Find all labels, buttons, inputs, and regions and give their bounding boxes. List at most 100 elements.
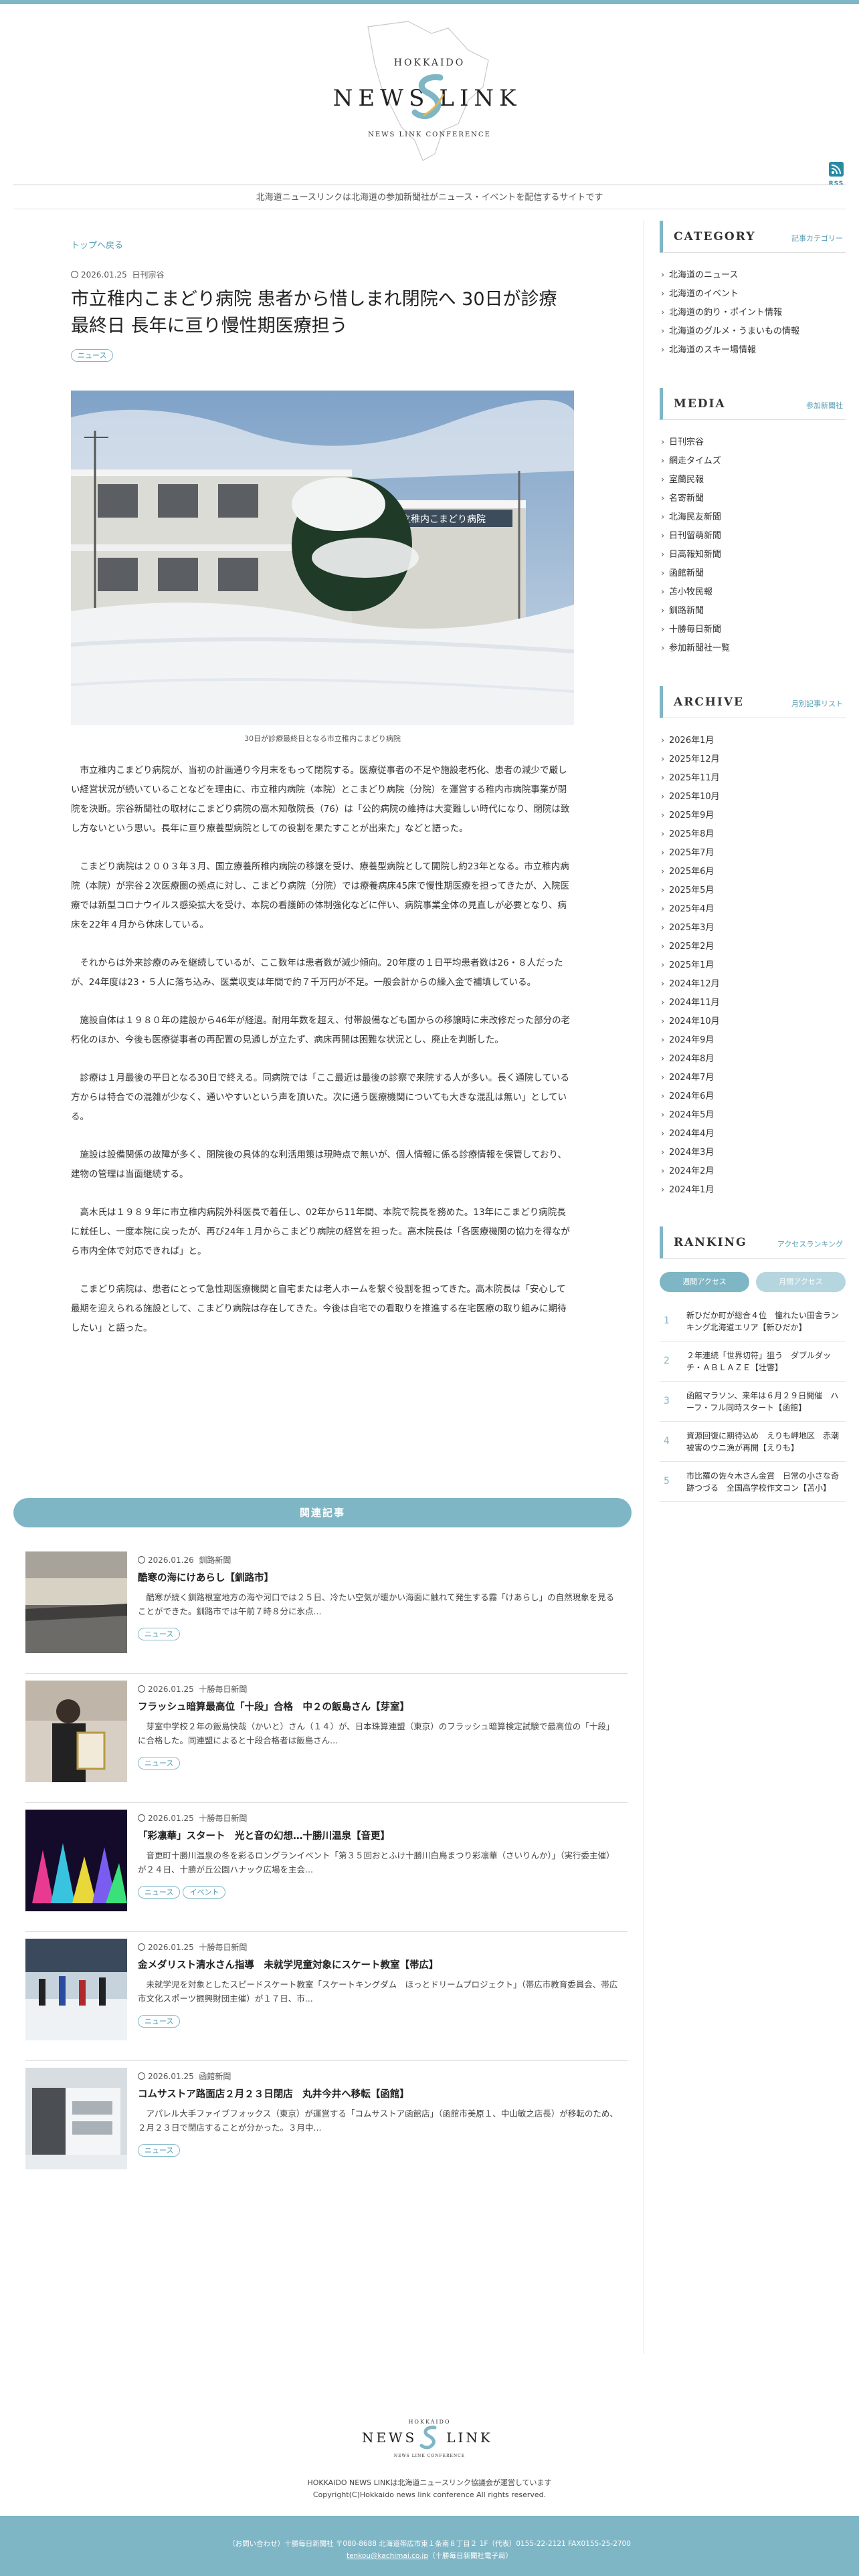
article-title: 市立稚内こまどり病院 患者から惜しまれ閉院へ 30日が診療最終日 長年に亘り慢性… — [71, 289, 557, 336]
ranking-item[interactable]: 1 新ひだか町が総合４位 憧れたい田舎ランキング北海道エリア【新ひだか】 — [660, 1301, 846, 1341]
article-tag[interactable]: ニュース — [71, 349, 114, 362]
media-sub: 参加新聞社 — [806, 401, 843, 410]
ranking-section: RANKING アクセスランキング 週間アクセス 月間アクセス 1 新ひだか町が総… — [660, 1226, 846, 1502]
related-title[interactable]: フラッシュ暗算最高位「十段」合格 中２の飯島さん【芽室】 — [138, 1699, 409, 1713]
tab-monthly-access[interactable]: 月間アクセス — [756, 1272, 846, 1292]
archive-item[interactable]: 2025年4月 — [660, 900, 846, 919]
related-thumb[interactable] — [25, 1681, 127, 1782]
related-item[interactable]: 2026.01.25 函館新聞 コムサストア路面店２月２３日閉店 丸井今井へ移転… — [25, 2061, 628, 2190]
tab-weekly-access[interactable]: 週間アクセス — [660, 1272, 749, 1292]
related-tag[interactable]: ニュース — [138, 2144, 181, 2157]
media-item[interactable]: 釧路新聞 — [660, 602, 846, 621]
ranking-title-text[interactable]: 函館マラソン、来年は６月２９日開催 ハーフ・フル同時スタート【函館】 — [686, 1391, 838, 1412]
related-title[interactable]: 金メダリスト清水さん指導 未就学児童対象にスケート教室【帯広】 — [138, 1957, 439, 1971]
media-item[interactable]: 名寄新聞 — [660, 490, 846, 508]
related-tag[interactable]: ニュース — [138, 1628, 181, 1640]
archive-item[interactable]: 2024年10月 — [660, 1012, 846, 1031]
archive-item[interactable]: 2024年4月 — [660, 1125, 846, 1144]
archive-item[interactable]: 2024年9月 — [660, 1031, 846, 1050]
media-item[interactable]: 日刊宗谷 — [660, 433, 846, 452]
related-item[interactable]: 2026.01.25 十勝毎日新聞 「彩凛華」スタート 光と音の幻想…十勝川温泉… — [25, 1803, 628, 1932]
site-logo[interactable]: HOKKAIDO NEWS LINK NEWS LINK CONFERENCE — [268, 13, 591, 181]
footer-email-note: （十勝毎日新聞社電子局） — [428, 2552, 513, 2560]
ranking-item[interactable]: 5 市比羅の佐々木さん金賞 日常の小さな奇跡つづる 全国高学校作文コン【苫小】 — [660, 1462, 846, 1502]
archive-item[interactable]: 2026年1月 — [660, 732, 846, 750]
footer-copyright: Copyright(C)Hokkaido news link conferenc… — [312, 2490, 547, 2499]
related-thumb[interactable] — [25, 1810, 127, 1911]
media-item[interactable]: 日高報知新聞 — [660, 546, 846, 564]
category-section: CATEGORY 記事カテゴリー 北海道のニュース 北海道のイベント 北海道の釣… — [660, 221, 846, 360]
media-item[interactable]: 十勝毎日新聞 — [660, 621, 846, 639]
ranking-item[interactable]: 3 函館マラソン、来年は６月２９日開催 ハーフ・フル同時スタート【函館】 — [660, 1382, 846, 1422]
archive-item[interactable]: 2024年1月 — [660, 1181, 846, 1200]
related-excerpt: アパレル大手ファイブフォックス（東京）が運営する「コムサストア函館店」（函館市美… — [138, 2109, 618, 2133]
archive-item[interactable]: 2024年5月 — [660, 1106, 846, 1125]
ranking-title-text[interactable]: 市比羅の佐々木さん金賞 日常の小さな奇跡つづる 全国高学校作文コン【苫小】 — [686, 1471, 839, 1493]
category-item[interactable]: 北海道の釣り・ポイント情報 — [660, 304, 846, 322]
archive-item[interactable]: 2025年10月 — [660, 788, 846, 807]
clock-icon — [138, 1556, 145, 1564]
related-thumb[interactable] — [25, 1939, 127, 2040]
archive-item[interactable]: 2024年2月 — [660, 1162, 846, 1181]
archive-item[interactable]: 2025年3月 — [660, 919, 846, 938]
media-item[interactable]: 北海民友新聞 — [660, 508, 846, 527]
related-item[interactable]: 2026.01.26 釧路新聞 酷寒の海にけあらし【釧路市】 酷寒が続く釧路根室… — [25, 1545, 628, 1674]
ranking-title: RANKING — [674, 1236, 747, 1249]
back-to-top-link[interactable]: トップへ戻る — [71, 238, 123, 251]
related-title[interactable]: 「彩凛華」スタート 光と音の幻想…十勝川温泉【音更】 — [138, 1828, 390, 1842]
ranking-title-text[interactable]: 新ひだか町が総合４位 憧れたい田舎ランキング北海道エリア【新ひだか】 — [686, 1311, 839, 1332]
ranking-item[interactable]: 4 資源回復に期待込め えりも岬地区 赤潮被害のウニ漁が再開【えりも】 — [660, 1422, 846, 1462]
media-item[interactable]: 室蘭民報 — [660, 471, 846, 490]
ranking-title-text[interactable]: ２年連続「世界切符」狙う ダブルダッチ・ＡＢＬＡＺＥ【壮瞥】 — [686, 1351, 831, 1372]
archive-item[interactable]: 2025年8月 — [660, 825, 846, 844]
related-date: 2026.01.25 — [148, 1814, 194, 1823]
related-tag[interactable]: ニュース — [138, 2015, 181, 2028]
media-item[interactable]: 網走タイムズ — [660, 452, 846, 471]
category-item[interactable]: 北海道のイベント — [660, 285, 846, 304]
media-item[interactable]: 参加新聞社一覧 — [660, 639, 846, 658]
media-item[interactable]: 苫小牧民報 — [660, 583, 846, 602]
archive-item[interactable]: 2024年8月 — [660, 1050, 846, 1069]
article-paragraph: こまどり病院は２００３年３月、国立療養所稚内病院の移譲を受け、療養型病院として開… — [71, 861, 569, 930]
archive-item[interactable]: 2025年7月 — [660, 844, 846, 863]
ranking-item[interactable]: 2 ２年連続「世界切符」狙う ダブルダッチ・ＡＢＬＡＺＥ【壮瞥】 — [660, 1341, 846, 1382]
archive-item[interactable]: 2025年11月 — [660, 769, 846, 788]
related-title[interactable]: コムサストア路面店２月２３日閉店 丸井今井へ移転【函館】 — [138, 2086, 409, 2101]
archive-item[interactable]: 2024年12月 — [660, 975, 846, 994]
archive-item[interactable]: 2024年7月 — [660, 1069, 846, 1087]
media-item[interactable]: 函館新聞 — [660, 564, 846, 583]
related-tag[interactable]: ニュース — [138, 1886, 181, 1899]
archive-item[interactable]: 2025年5月 — [660, 881, 846, 900]
footer-bar: （お問い合わせ）十勝毎日新聞社 〒080-8688 北海道帯広市東１条南８丁目２… — [0, 2516, 859, 2576]
related-thumb[interactable] — [25, 2068, 127, 2169]
media-heading: MEDIA 参加新聞社 — [660, 388, 846, 420]
media-item[interactable]: 日刊留萌新聞 — [660, 527, 846, 546]
footer-email-link[interactable]: tenkou@kachimai.co.jp — [347, 2552, 428, 2560]
footer-operator-text: HOKKAIDO NEWS LINKは北海道ニュースリンク協議会が運営しています — [307, 2478, 552, 2487]
archive-item[interactable]: 2025年12月 — [660, 750, 846, 769]
category-title: CATEGORY — [674, 230, 756, 243]
related-item[interactable]: 2026.01.25 十勝毎日新聞 金メダリスト清水さん指導 未就学児童対象にス… — [25, 1932, 628, 2061]
archive-item[interactable]: 2025年2月 — [660, 938, 846, 956]
ranking-title-text[interactable]: 資源回復に期待込め えりも岬地区 赤潮被害のウニ漁が再開【えりも】 — [686, 1431, 839, 1453]
archive-item[interactable]: 2024年6月 — [660, 1087, 846, 1106]
footer-logo[interactable]: HOKKAIDO NEWS LINK NEWS LINK CONFERENCE — [343, 2409, 516, 2462]
archive-item[interactable]: 2024年3月 — [660, 1144, 846, 1162]
archive-list: 2026年1月 2025年12月 2025年11月 2025年10月 2025年… — [660, 732, 846, 1200]
related-tag[interactable]: ニュース — [138, 1757, 181, 1769]
category-item[interactable]: 北海道のスキー場情報 — [660, 341, 846, 360]
archive-item[interactable]: 2025年6月 — [660, 863, 846, 881]
related-tag[interactable]: イベント — [183, 1886, 226, 1899]
category-item[interactable]: 北海道のニュース — [660, 266, 846, 285]
archive-item[interactable]: 2025年1月 — [660, 956, 846, 975]
related-item[interactable]: 2026.01.25 十勝毎日新聞 フラッシュ暗算最高位「十段」合格 中２の飯島… — [25, 1674, 628, 1803]
archive-item[interactable]: 2025年9月 — [660, 807, 846, 825]
archive-item[interactable]: 2024年11月 — [660, 994, 846, 1012]
related-title[interactable]: 酷寒の海にけあらし【釧路市】 — [138, 1570, 274, 1584]
related-excerpt: 音更町十勝川温泉の冬を彩るロングランイベント「第３５回おとふけ十勝川白鳥まつり彩… — [138, 1850, 615, 1874]
clock-icon — [138, 2072, 145, 2080]
article-meta: 2026.01.25 日刊宗谷 — [71, 269, 164, 280]
related-thumb[interactable] — [25, 1551, 127, 1653]
category-item[interactable]: 北海道のグルメ・うまいもの情報 — [660, 322, 846, 341]
article-paragraph: 市立稚内こまどり病院が、当初の計画通り今月末をもって閉院する。医療従事者の不足や… — [71, 765, 570, 834]
